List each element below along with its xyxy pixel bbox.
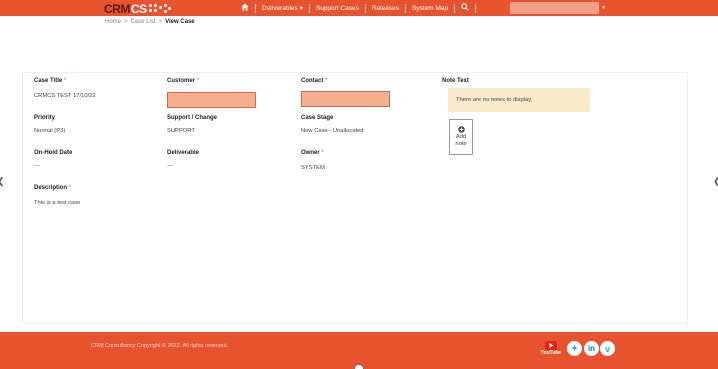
linkedin-icon[interactable]: in — [584, 341, 599, 356]
contact-field[interactable] — [301, 91, 390, 107]
youtube-text: YouTube — [540, 350, 562, 356]
crmcs-logo[interactable]: CRM CS — [104, 1, 171, 17]
priority-value: Normal (P3) — [34, 128, 66, 134]
copyright-text: CRM Consultancy Copyright © 2022. All ri… — [91, 343, 229, 349]
caret-down-icon[interactable]: ▾ — [602, 4, 605, 11]
logo-crm-text: CRM — [104, 2, 130, 16]
main-nav: Deliverables ▾ Support Cases Releases Sy… — [235, 0, 477, 16]
owner-label: Owner * — [301, 150, 324, 156]
case-title-label: Case Title * — [34, 78, 67, 84]
youtube-play-icon — [545, 341, 557, 350]
previous-arrow-icon[interactable]: ❮ — [0, 176, 5, 187]
breadcrumb-home[interactable]: Home — [105, 19, 121, 25]
add-note-label-2: note — [455, 141, 467, 147]
chevron-down-icon: ▾ — [299, 5, 303, 12]
nav-system-map[interactable]: System Map — [406, 5, 454, 12]
owner-value: SYSTEM — [301, 165, 325, 171]
deliverable-label: Deliverable — [167, 150, 200, 156]
scroll-to-top-handle[interactable] — [354, 364, 364, 369]
add-note-button[interactable]: Add note — [449, 119, 473, 155]
case-stage-value: New Case - Unallocated — [301, 128, 364, 134]
notes-empty-message: There are no notes to display. — [448, 88, 590, 112]
logo-cs-text: CS — [130, 2, 147, 16]
breadcrumb-separator: > — [124, 19, 128, 25]
search-button[interactable] — [455, 3, 475, 13]
top-navbar: CRM CS Deliverables ▾ Support Cases Rele… — [0, 0, 718, 16]
twitter-icon[interactable]: ✦ — [567, 341, 582, 356]
deliverable-value: --- — [167, 163, 173, 169]
support-change-value: SUPPORT — [167, 128, 195, 134]
breadcrumb-separator: > — [158, 19, 163, 25]
priority-label: Priority — [34, 115, 56, 121]
add-note-label-1: Add — [455, 134, 467, 140]
note-text-label: Note Text — [442, 78, 469, 84]
logo-dots — [148, 4, 171, 14]
nav-divider — [475, 3, 477, 13]
customer-label: Customer * — [167, 78, 200, 84]
home-icon — [241, 3, 249, 11]
nav-support-cases[interactable]: Support Cases — [310, 5, 365, 12]
support-change-label: Support / Change — [167, 115, 217, 121]
user-menu[interactable] — [510, 2, 599, 14]
breadcrumb-current: View Case — [165, 19, 195, 25]
case-title-value: CRMCS TEST 17/10/22 — [34, 93, 96, 99]
case-stage-label: Case Stage — [301, 115, 334, 121]
plus-circle-icon — [457, 126, 465, 133]
nav-deliverables[interactable]: Deliverables ▾ — [256, 4, 309, 12]
breadcrumb-case-list[interactable]: Case List — [131, 19, 156, 25]
nav-releases[interactable]: Releases — [366, 5, 405, 12]
home-nav[interactable] — [235, 3, 255, 13]
description-label: Description * — [34, 185, 72, 191]
customer-field[interactable] — [167, 92, 256, 108]
next-arrow-icon[interactable]: ❮ — [713, 176, 718, 187]
onhold-date-value: --- — [34, 163, 40, 169]
onhold-date-label: On-Hold Date — [34, 150, 73, 156]
search-icon — [461, 3, 469, 11]
breadcrumb: Home > Case List > View Case — [105, 19, 195, 25]
contact-label: Contact * — [301, 78, 328, 84]
vimeo-icon[interactable]: v — [600, 341, 615, 356]
youtube-icon[interactable]: YouTube — [540, 341, 562, 359]
description-value: This is a test case — [34, 200, 81, 206]
